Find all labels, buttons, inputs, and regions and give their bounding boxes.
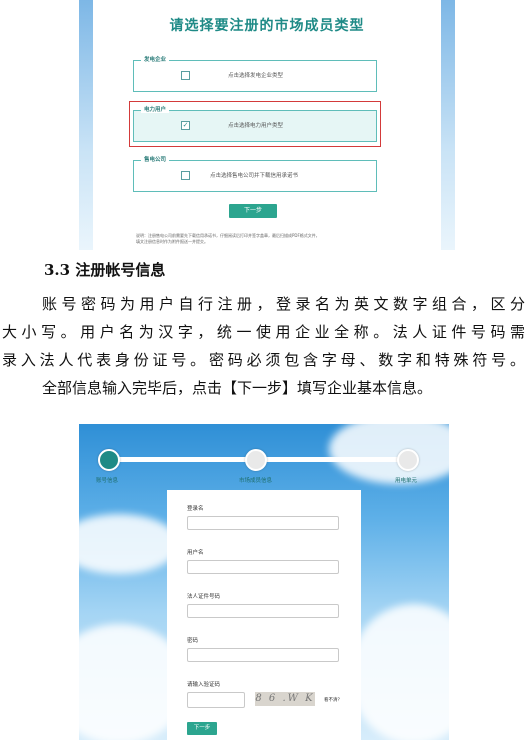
step-label: 用电单元 xyxy=(395,478,418,484)
login-name-label: 登录名 xyxy=(187,506,204,512)
paragraph-line: 录入法人代表身份证号。密码必须包含字母、数字和特殊符号。 xyxy=(2,351,525,369)
step-dot-active xyxy=(98,449,120,471)
member-type-title: 请选择要注册的市场成员类型 xyxy=(169,18,365,34)
paragraph-line: 全部信息输入完毕后，点击【下一步】填写企业基本信息。 xyxy=(42,379,433,397)
step-label: 市场成员信息 xyxy=(239,478,273,484)
captcha-refresh-link[interactable]: 看不清？ xyxy=(324,697,342,703)
paragraph-line: 账号密码为用户自行注册，登录名为英文数字组合，区分 xyxy=(42,295,525,313)
captcha-input[interactable] xyxy=(187,692,245,708)
next-button[interactable]: 下一步 xyxy=(229,204,277,218)
account-form-screenshot: 账号信息 市场成员信息 用电单元 登录名 用户名 法人证件号码 密码 请输入验证… xyxy=(79,424,449,740)
sky-background-left xyxy=(79,0,93,250)
next-button[interactable]: 下一步 xyxy=(187,722,217,735)
member-type-screenshot: 请选择要注册的市场成员类型 发电企业 点击选择发电企业类型 电力用户 ✓ 点击选… xyxy=(79,0,455,250)
paragraph-line: 大小写。用户名为汉字，统一使用企业全称。法人证件号码需 xyxy=(2,323,525,341)
section-heading: 3.3 注册帐号信息 xyxy=(44,261,166,279)
note-text: 说明：注册售电公司前需要先下载信用承诺书，仔细阅读后打印并签字盖章，最后扫描成P… xyxy=(136,233,396,244)
legal-id-input[interactable] xyxy=(187,604,339,618)
checkbox[interactable] xyxy=(181,71,190,80)
legal-id-label: 法人证件号码 xyxy=(187,594,221,600)
option-retail-company[interactable]: 售电公司 点击选择售电公司并下载信用承诺书 xyxy=(133,155,377,192)
login-name-input[interactable] xyxy=(187,516,339,530)
cloud xyxy=(79,514,179,574)
password-label: 密码 xyxy=(187,638,199,644)
section-paragraph: 账号密码为用户自行注册，登录名为英文数字组合，区分 大小写。用户名为汉字，统一使… xyxy=(0,290,531,402)
captcha-image[interactable]: 8 6 .W K xyxy=(255,692,315,706)
sky-background-right xyxy=(441,0,455,250)
option-text: 点击选择发电企业类型 xyxy=(228,73,284,79)
checkbox[interactable] xyxy=(181,171,190,180)
selection-panel: 请选择要注册的市场成员类型 发电企业 点击选择发电企业类型 电力用户 ✓ 点击选… xyxy=(93,0,441,250)
password-input[interactable] xyxy=(187,648,339,662)
option-power-generation[interactable]: 发电企业 点击选择发电企业类型 xyxy=(133,55,377,92)
cloud xyxy=(349,604,449,740)
username-input[interactable] xyxy=(187,560,339,574)
username-label: 用户名 xyxy=(187,550,204,556)
step-dot xyxy=(245,449,267,471)
cloud xyxy=(329,424,449,484)
highlight-frame xyxy=(129,101,381,147)
note-line: 填文注册信息时作为附件报送一并提交。 xyxy=(136,238,208,244)
option-legend: 售电公司 xyxy=(141,155,170,163)
step-dot xyxy=(397,449,419,471)
step-label: 账号信息 xyxy=(96,478,119,484)
option-legend: 发电企业 xyxy=(141,55,170,63)
captcha-label: 请输入验证码 xyxy=(187,682,221,688)
option-text: 点击选择售电公司并下载信用承诺书 xyxy=(210,173,299,179)
